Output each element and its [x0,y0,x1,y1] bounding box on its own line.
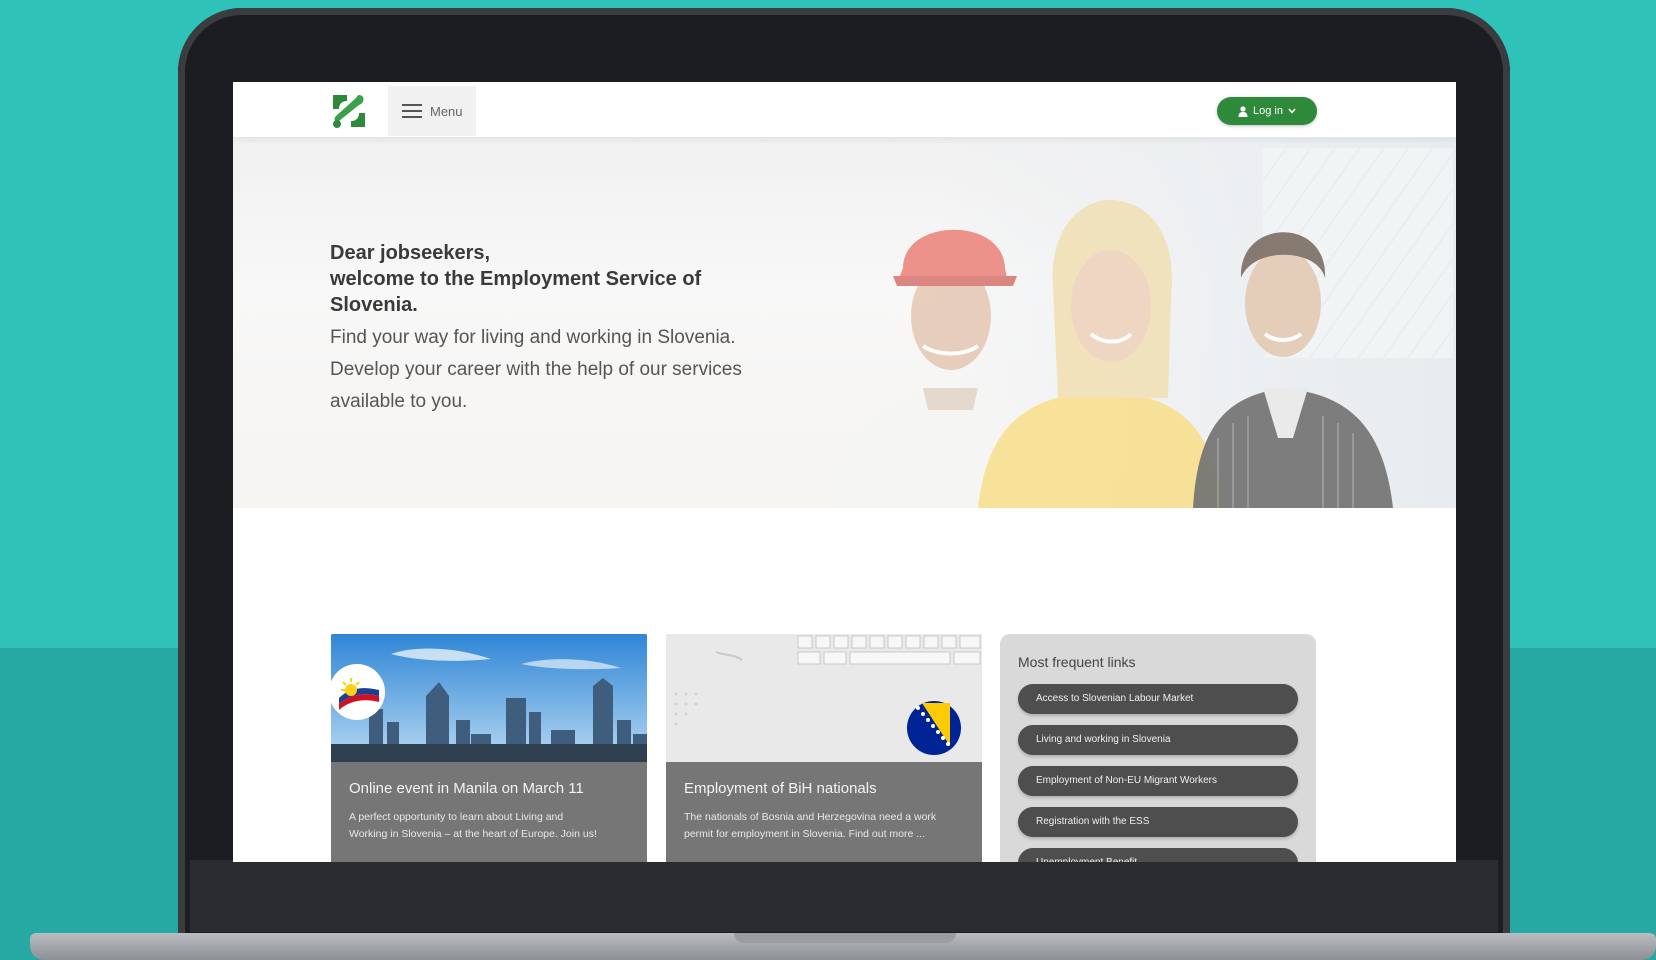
laptop-notch [734,933,956,943]
news-card-bih[interactable]: Employment of BiH nationals The national… [666,634,982,862]
ess-logo[interactable] [329,91,369,131]
content-area: Online event in Manila on March 11 A per… [233,508,1456,862]
card-text: A perfect opportunity to learn about Liv… [349,809,629,843]
link-living-working[interactable]: Living and working in Slovenia [1018,725,1298,755]
laptop-screen: Menu Log in Dear jobseekers, welcome to … [233,82,1456,862]
link-non-eu-workers[interactable]: Employment of Non-EU Migrant Workers [1018,766,1298,796]
card-text-line: permit for employment in Slovenia. Find … [684,828,926,840]
hero-title: Dear jobseekers, welcome to the Employme… [330,240,790,318]
card-title: Online event in Manila on March 11 [349,780,584,797]
card-text-line: A perfect opportunity to learn about Liv… [349,811,564,823]
card-body: Online event in Manila on March 11 A per… [331,762,647,862]
philippines-flag-icon [339,678,379,710]
hero-title-line: Slovenia. [330,294,418,316]
menu-label: Menu [430,103,463,119]
hamburger-icon [402,104,422,118]
site-header: Menu Log in [233,82,1456,138]
hero-title-line: welcome to the Employment Service of [330,268,702,290]
user-icon [1238,105,1248,117]
card-title: Employment of BiH nationals [684,780,877,797]
frequent-links-panel: Most frequent links Access to Slovenian … [1000,634,1316,862]
hero-subtitle: Find your way for living and working in … [330,322,810,418]
link-unemployment-benefit[interactable]: Unemployment Benefit [1018,848,1298,862]
news-card-manila[interactable]: Online event in Manila on March 11 A per… [331,634,647,862]
hero-subtitle-line: Develop your career with the help of our… [330,359,742,380]
menu-button[interactable]: Menu [388,86,476,136]
login-button[interactable]: Log in [1217,97,1317,125]
card-text: The nationals of Bosnia and Herzegovina … [684,809,964,843]
link-registration-ess[interactable]: Registration with the ESS [1018,807,1298,837]
hero-subtitle-line: Find your way for living and working in … [330,327,736,348]
card-body: Employment of BiH nationals The national… [666,762,982,862]
hero-subtitle-line: available to you. [330,391,468,412]
login-label: Log in [1253,105,1283,117]
hero-banner: Dear jobseekers, welcome to the Employme… [233,138,1456,508]
card-text-line: Working in Slovenia – at the heart of Eu… [349,828,597,840]
bih-flag-icon [907,701,961,755]
frequent-links-title: Most frequent links [1018,654,1136,670]
link-access-labour-market[interactable]: Access to Slovenian Labour Market [1018,684,1298,714]
chevron-down-icon [1288,108,1296,114]
card-text-line: The nationals of Bosnia and Herzegovina … [684,811,937,823]
hero-title-line: Dear jobseekers, [330,242,491,264]
laptop-bezel [190,860,1498,932]
